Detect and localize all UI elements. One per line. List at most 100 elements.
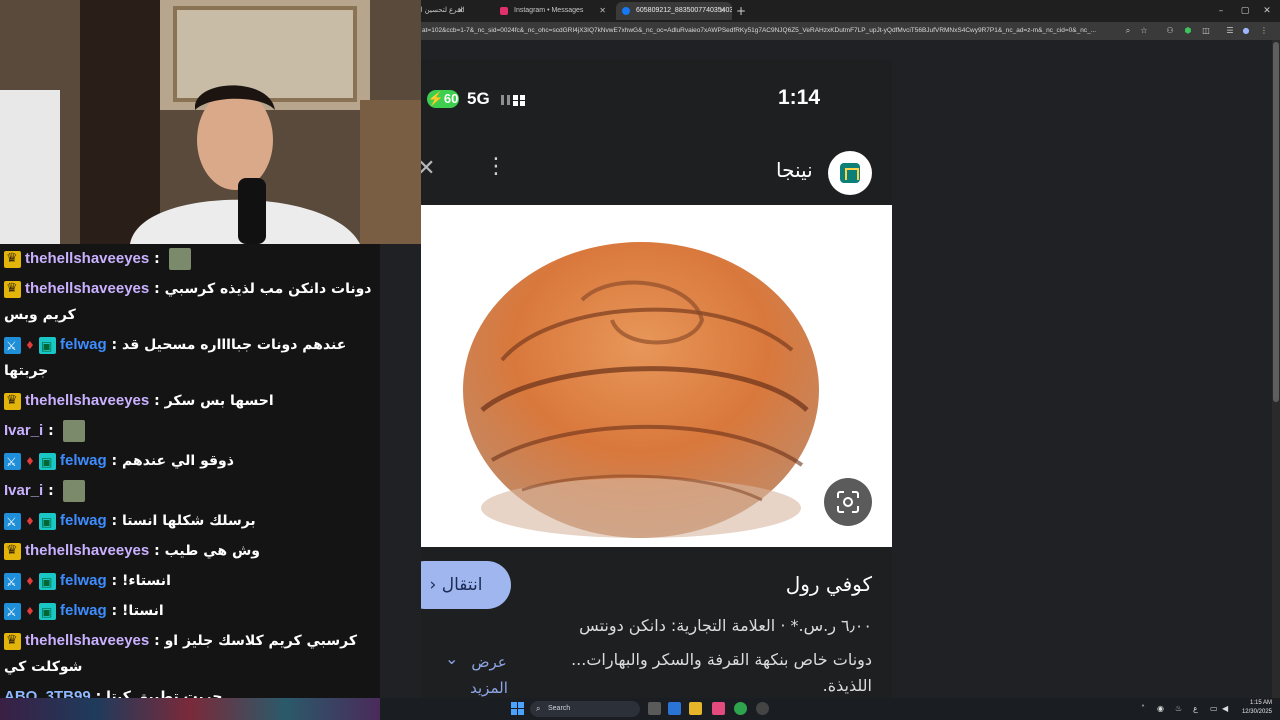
scrollbar-thumb[interactable] — [1273, 42, 1279, 402]
tag-badge-icon[interactable] — [39, 569, 56, 595]
subscriber-badge-icon[interactable] — [25, 569, 35, 595]
url-text[interactable]: at=102&ccb=1-7&_nc_sid=0024fc&_nc_ohc=sc… — [422, 25, 1122, 37]
puzzle-icon[interactable]: ◫ — [1199, 25, 1213, 37]
obs-icon[interactable] — [756, 702, 769, 715]
chat-username[interactable]: thehellshaveeyes — [25, 250, 149, 267]
search-label: Search — [548, 705, 571, 712]
moderator-badge-icon[interactable] — [4, 569, 21, 595]
crown-badge-icon[interactable] — [4, 388, 21, 414]
profile-icon[interactable]: ● — [1239, 25, 1253, 37]
network-icon[interactable]: ▭ — [1210, 703, 1218, 715]
windows-start-icon[interactable] — [511, 702, 524, 715]
subscriber-badge-icon[interactable] — [25, 449, 35, 475]
tab-2-label: Instagram • Messages — [514, 7, 584, 14]
tab-3-close-icon[interactable]: ✕ — [719, 2, 726, 20]
sidebar-icon[interactable]: ☰ — [1223, 25, 1237, 37]
chat-separator: : — [106, 603, 123, 619]
new-tab-button[interactable]: + — [736, 2, 746, 20]
zoom-icon[interactable]: ⌕ — [1121, 25, 1135, 37]
chat-separator: : — [149, 543, 165, 559]
tab-2-close-icon[interactable]: ✕ — [599, 2, 606, 20]
tab-1-close-icon[interactable]: ✕ — [457, 2, 464, 20]
chat-text: برسلك شكلها انستا — [122, 513, 256, 529]
chat-message: ABO_3TB99 : جربت تطبيق كيتا — [0, 682, 380, 698]
subscriber-badge-icon[interactable] — [25, 333, 35, 359]
lens-icon — [837, 491, 859, 513]
chat-message: thehellshaveeyes : — [0, 244, 380, 274]
menu-icon[interactable]: ⋮ — [1257, 25, 1271, 37]
chat-username[interactable]: thehellshaveeyes — [25, 280, 149, 297]
tag-badge-icon[interactable] — [39, 509, 56, 535]
tab-3[interactable]: 605809212_883500774035403 ✕ — [616, 2, 732, 20]
file-explorer-icon[interactable] — [689, 702, 702, 715]
chat-separator: : — [149, 281, 165, 297]
microphone-icon[interactable]: ♨ — [1175, 703, 1182, 715]
star-icon[interactable]: ☆ — [1137, 25, 1151, 37]
crown-badge-icon[interactable] — [4, 276, 21, 302]
address-bar[interactable]: at=102&ccb=1-7&_nc_sid=0024fc&_nc_ohc=sc… — [380, 22, 1280, 40]
close-icon[interactable]: ✕ — [421, 158, 435, 180]
webcam-feed — [0, 0, 421, 244]
chat-username[interactable]: thehellshaveeyes — [25, 542, 149, 559]
go-button[interactable]: انتقال ‹ — [421, 561, 511, 609]
chat-message: thehellshaveeyes : وش هي طيب — [0, 536, 380, 566]
tag-badge-icon[interactable] — [39, 599, 56, 625]
chat-username[interactable]: felwag — [60, 602, 107, 619]
show-more-link[interactable]: عرض المزيد — [469, 649, 509, 698]
volume-icon[interactable]: ◀ — [1222, 703, 1228, 715]
chat-username[interactable]: Ivar_i — [4, 482, 43, 499]
chat-message: Ivar_i : — [0, 416, 380, 446]
store-name: نينجا — [776, 158, 813, 182]
extension-icon[interactable]: ⚇ — [1163, 25, 1177, 37]
chevron-down-icon[interactable]: ⌄ — [445, 649, 458, 668]
chat-text: انستا! — [122, 603, 164, 619]
chat-username[interactable]: thehellshaveeyes — [25, 632, 149, 649]
chat-username[interactable]: felwag — [60, 572, 107, 589]
chat-message: thehellshaveeyes : دونات دانكن مب لذيذه … — [0, 274, 380, 330]
chat-message: felwag : برسلك شكلها انستا — [0, 506, 380, 536]
crown-badge-icon[interactable] — [4, 628, 21, 654]
chat-username[interactable]: Ivar_i — [4, 422, 43, 439]
more-options-icon[interactable]: ⋮ — [485, 156, 507, 178]
language-icon[interactable]: ع — [1193, 703, 1198, 715]
tag-badge-icon[interactable] — [39, 333, 56, 359]
tray-app-icon[interactable]: ◉ — [1157, 703, 1164, 715]
product-name: كوفي رول — [785, 572, 872, 596]
chat-username[interactable]: ABO_3TB99 — [4, 688, 91, 698]
product-image-area — [421, 205, 892, 547]
system-clock[interactable]: 1:15 AM 12/30/2025 — [1236, 699, 1272, 717]
minimize-icon[interactable]: – — [1210, 2, 1232, 20]
subscriber-badge-icon[interactable] — [25, 599, 35, 625]
taskbar: ⌕ Search ˄ ◉ ♨ ع ▭ ◀ 1:15 AM 12/30/2025 — [0, 698, 1280, 720]
shield-icon[interactable]: ⬢ — [1181, 25, 1195, 37]
edge-icon[interactable] — [668, 702, 681, 715]
crown-badge-icon[interactable] — [4, 246, 21, 272]
moderator-badge-icon[interactable] — [4, 449, 21, 475]
close-window-icon[interactable]: ✕ — [1256, 2, 1278, 20]
phone-screenshot: ⚡60 5G 1:14 ✕ ⋮ نينجا انتقال ‹ كوفي رول … — [421, 60, 892, 698]
app-icon[interactable] — [712, 702, 725, 715]
browser-window: الفرع لتحسين الاقتصاد ا ✕ Instagram • Me… — [380, 0, 1280, 698]
chat-separator: : — [149, 251, 165, 267]
taskbar-search[interactable]: ⌕ Search — [530, 701, 640, 717]
chat-username[interactable]: felwag — [60, 336, 107, 353]
chrome-icon[interactable] — [734, 702, 747, 715]
maximize-icon[interactable]: ▢ — [1234, 2, 1256, 20]
tag-badge-icon[interactable] — [39, 449, 56, 475]
moderator-badge-icon[interactable] — [4, 509, 21, 535]
moderator-badge-icon[interactable] — [4, 333, 21, 359]
chat-separator: : — [106, 513, 123, 529]
scrollbar[interactable] — [1272, 40, 1280, 698]
task-view-icon[interactable] — [648, 702, 661, 715]
google-lens-button[interactable] — [824, 478, 872, 526]
chat-separator: : — [149, 393, 165, 409]
tab-2[interactable]: Instagram • Messages ✕ — [494, 2, 612, 20]
chat-username[interactable]: felwag — [60, 512, 107, 529]
chat-message: felwag : ذوقو الي عندهم — [0, 446, 380, 476]
tray-chevron-icon[interactable]: ˄ — [1141, 703, 1145, 715]
subscriber-badge-icon[interactable] — [25, 509, 35, 535]
crown-badge-icon[interactable] — [4, 538, 21, 564]
moderator-badge-icon[interactable] — [4, 599, 21, 625]
chat-username[interactable]: thehellshaveeyes — [25, 392, 149, 409]
chat-username[interactable]: felwag — [60, 452, 107, 469]
